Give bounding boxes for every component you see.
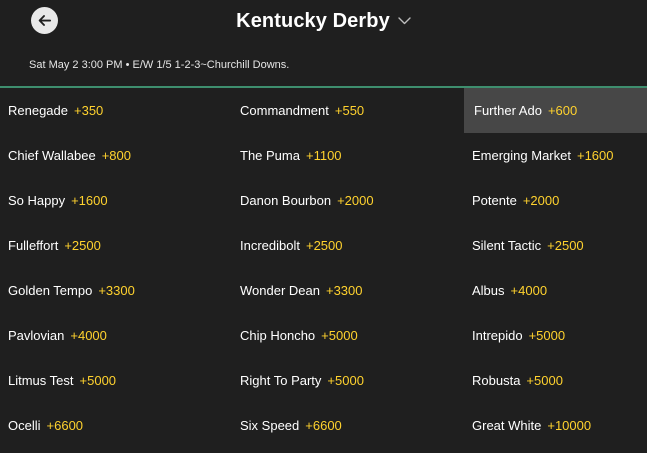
runner-odds: +550: [334, 103, 365, 118]
runner-name: Emerging Market: [472, 148, 571, 163]
runner-odds: +2000: [522, 193, 560, 208]
runner-odds: +5000: [526, 373, 563, 388]
event-header: Kentucky Derby Sat May 2 3:00 PM • E/W 1…: [0, 0, 647, 88]
event-title-dropdown[interactable]: Kentucky Derby: [0, 7, 647, 35]
runner-odds: +3300: [325, 283, 363, 298]
runner-name: Incredibolt: [240, 238, 300, 253]
runner-odds: +800: [101, 148, 131, 163]
runner-selection[interactable]: Right To Party +5000: [232, 358, 464, 403]
runner-selection[interactable]: Six Speed +6600: [232, 403, 464, 448]
runner-selection[interactable]: Emerging Market +1600: [464, 133, 647, 178]
runner-name: Albus: [472, 283, 505, 298]
runner-odds: +10000: [547, 418, 592, 433]
runner-selection[interactable]: Further Ado +600: [464, 88, 647, 133]
runner-name: Litmus Test: [8, 373, 74, 388]
runner-name: Chip Honcho: [240, 328, 316, 343]
runner-name: Danon Bourbon: [240, 193, 332, 208]
runner-name: Right To Party: [240, 373, 322, 388]
runner-selection[interactable]: Robusta +5000: [464, 358, 647, 403]
chevron-down-icon: [398, 17, 411, 25]
runner-odds: +1100: [305, 148, 342, 163]
runner-odds: +2500: [64, 238, 101, 253]
runner-selection[interactable]: Potente +2000: [464, 178, 647, 223]
runner-selection[interactable]: Ocelli +6600: [0, 403, 232, 448]
page-title: Kentucky Derby: [236, 9, 390, 32]
runner-selection[interactable]: Renegade +350: [0, 88, 232, 133]
runner-name: Pavlovian: [8, 328, 65, 343]
runner-name: Golden Tempo: [8, 283, 93, 298]
runner-odds: +6600: [305, 418, 342, 433]
runner-selection[interactable]: Wonder Dean +3300: [232, 268, 464, 313]
runner-name: Silent Tactic: [472, 238, 542, 253]
runner-selection[interactable]: Chief Wallabee +800: [0, 133, 232, 178]
runner-selection[interactable]: Fulleffort +2500: [0, 223, 232, 268]
runner-name: So Happy: [8, 193, 66, 208]
runner-odds: +4000: [510, 283, 548, 298]
runner-odds: +600: [547, 103, 578, 118]
runner-selection[interactable]: Intrepido +5000: [464, 313, 647, 358]
runner-selection[interactable]: Litmus Test +5000: [0, 358, 232, 403]
runner-odds: +1600: [71, 193, 108, 208]
runner-odds: +350: [74, 103, 104, 118]
runner-selection[interactable]: Silent Tactic +2500: [464, 223, 647, 268]
runner-selection[interactable]: Great White +10000: [464, 403, 647, 448]
runner-name: Chief Wallabee: [8, 148, 96, 163]
runner-odds: +5000: [79, 373, 117, 388]
runner-odds: +2500: [305, 238, 343, 253]
runner-odds: +1600: [576, 148, 614, 163]
runner-selection[interactable]: So Happy +1600: [0, 178, 232, 223]
runner-name: Potente: [472, 193, 517, 208]
runner-odds: +3300: [98, 283, 135, 298]
runner-name: Robusta: [472, 373, 521, 388]
runner-name: Ocelli: [8, 418, 41, 433]
runner-odds: +2500: [547, 238, 584, 253]
runner-odds: +4000: [70, 328, 107, 343]
runner-odds: +5000: [528, 328, 566, 343]
runner-name: Fulleffort: [8, 238, 59, 253]
runner-selection[interactable]: The Puma +1100: [232, 133, 464, 178]
runner-grid: Renegade +350 Commandment +550 Further Ado +6…: [0, 88, 647, 448]
runner-name: Renegade: [8, 103, 68, 118]
runner-odds: +5000: [321, 328, 358, 343]
runner-name: Wonder Dean: [240, 283, 320, 298]
runner-odds: +6600: [46, 418, 84, 433]
runner-selection[interactable]: Commandment +550: [232, 88, 464, 133]
runner-odds: +5000: [327, 373, 364, 388]
runner-name: The Puma: [240, 148, 300, 163]
runner-name: Six Speed: [240, 418, 300, 433]
event-details: Sat May 2 3:00 PM • E/W 1/5 1-2-3~Church…: [29, 59, 290, 71]
runner-name: Commandment: [240, 103, 329, 118]
runner-name: Further Ado: [474, 103, 542, 118]
runner-odds: +2000: [337, 193, 374, 208]
runner-selection[interactable]: Incredibolt +2500: [232, 223, 464, 268]
runner-name: Intrepido: [472, 328, 523, 343]
runner-selection[interactable]: Pavlovian +4000: [0, 313, 232, 358]
runner-selection[interactable]: Chip Honcho +5000: [232, 313, 464, 358]
runner-name: Great White: [472, 418, 542, 433]
runner-selection[interactable]: Golden Tempo +3300: [0, 268, 232, 313]
runner-selection[interactable]: Danon Bourbon +2000: [232, 178, 464, 223]
runner-selection[interactable]: Albus +4000: [464, 268, 647, 313]
